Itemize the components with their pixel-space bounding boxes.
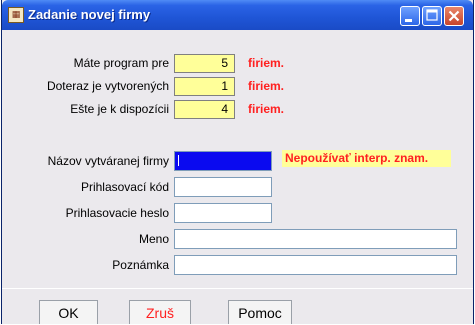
available-value: 4 xyxy=(174,100,235,119)
dialog-window: ▦ Zadanie novej firmy Máte program pre 5… xyxy=(1,0,474,324)
text-caret xyxy=(178,155,179,166)
login-code-input[interactable] xyxy=(174,177,272,197)
meno-input[interactable] xyxy=(174,229,457,249)
cancel-button[interactable]: Zruš xyxy=(129,300,191,324)
available-label: Ešte je k dispozícii xyxy=(70,102,169,116)
created-label: Doteraz je vytvorených xyxy=(46,79,169,93)
ok-button[interactable]: OK xyxy=(39,300,98,324)
help-button[interactable]: Pomoc xyxy=(228,300,292,324)
programs-unit: firiem. xyxy=(248,56,285,70)
close-button[interactable] xyxy=(444,6,464,26)
programs-value: 5 xyxy=(174,54,235,73)
login-password-input[interactable] xyxy=(174,203,272,223)
maximize-icon xyxy=(426,9,438,21)
window-title: Zadanie novej firmy xyxy=(28,7,151,22)
company-name-input[interactable] xyxy=(174,151,272,171)
button-divider xyxy=(2,288,473,289)
programs-label: Máte program pre xyxy=(73,56,169,70)
company-name-warning: Nepoužívať interp. znam. xyxy=(282,150,451,167)
app-icon: ▦ xyxy=(8,7,24,23)
minimize-icon xyxy=(405,19,412,22)
login-password-label: Prihlasovacie heslo xyxy=(65,206,169,220)
company-name-label: Názov vytváranej firmy xyxy=(47,154,169,168)
note-input[interactable] xyxy=(174,255,457,275)
login-code-label: Prihlasovací kód xyxy=(80,180,169,194)
meno-label: Meno xyxy=(138,232,169,246)
note-label: Poznámka xyxy=(112,258,169,272)
maximize-button[interactable] xyxy=(422,6,442,26)
close-icon xyxy=(448,10,460,22)
available-unit: firiem. xyxy=(248,102,285,116)
created-unit: firiem. xyxy=(248,79,285,93)
minimize-button[interactable] xyxy=(400,6,420,26)
created-value: 1 xyxy=(174,77,235,96)
title-bar[interactable]: ▦ Zadanie novej firmy xyxy=(2,0,473,30)
